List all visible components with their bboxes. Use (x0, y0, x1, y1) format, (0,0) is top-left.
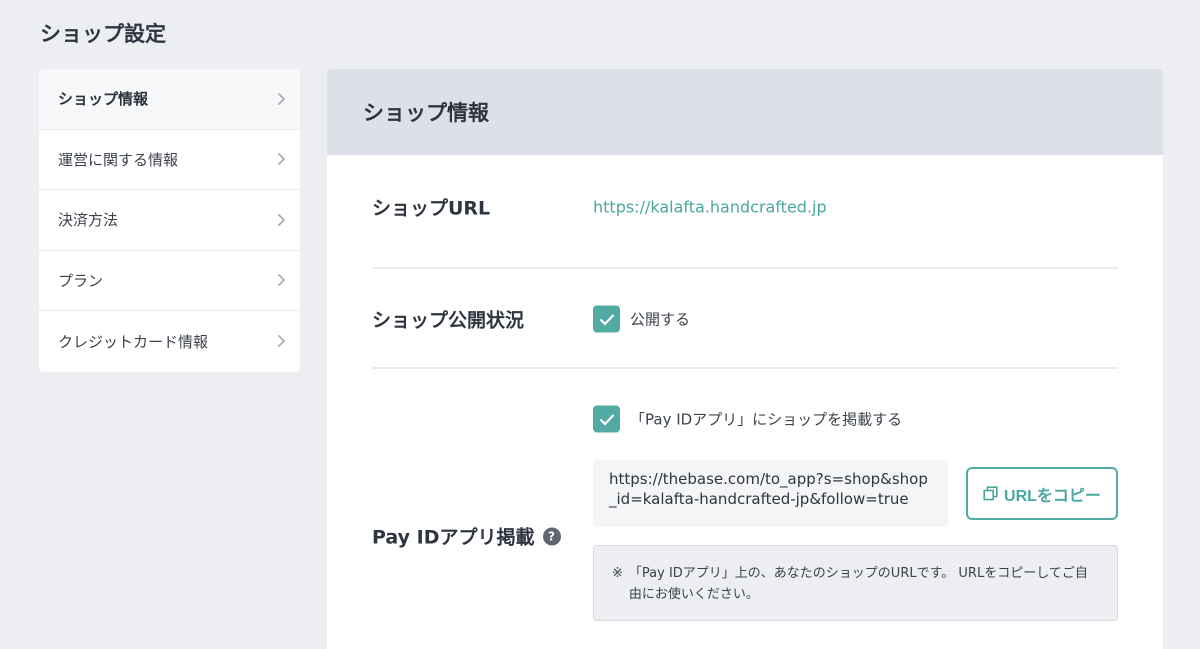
payid-row: Pay IDアプリ掲載 ? 「Pay IDアプリ」にショップを掲載する http… (372, 369, 1118, 634)
chevron-right-icon (274, 334, 288, 348)
sidebar-item-shop-info[interactable]: ショップ情報 (39, 69, 300, 130)
shop-info-panel: ショップ情報 ショップURL https://kalafta.handcraft… (327, 69, 1163, 649)
publish-checkbox[interactable] (593, 305, 620, 333)
sidebar-item-operation-info[interactable]: 運営に関する情報 (39, 129, 300, 190)
chevron-right-icon (274, 92, 288, 106)
panel-title: ショップ情報 (327, 69, 1163, 155)
publish-checkbox-row[interactable]: 公開する (593, 305, 691, 333)
shop-url-row: ショップURL https://kalafta.handcrafted.jp (372, 155, 1118, 268)
payid-url-area: https://thebase.com/to_app?s=shop&shop_i… (372, 460, 1118, 630)
sidebar-item-label: クレジットカード情報 (58, 332, 209, 351)
sidebar-item-credit-card[interactable]: クレジットカード情報 (39, 311, 300, 372)
chevron-right-icon (274, 213, 288, 227)
publish-status-row: ショップ公開状況 公開する (372, 269, 1118, 367)
shop-url-label: ショップURL (372, 197, 491, 220)
sidebar-item-label: 決済方法 (58, 211, 119, 230)
shop-url-link[interactable]: https://kalafta.handcrafted.jp (593, 198, 827, 217)
publish-checkbox-label: 公開する (630, 310, 691, 329)
payid-checkbox[interactable] (593, 405, 620, 433)
copy-url-label: URLをコピー (1004, 487, 1101, 505)
check-icon (599, 313, 614, 325)
sidebar-item-label: プラン (58, 271, 104, 290)
sidebar-item-label: 運営に関する情報 (58, 150, 179, 169)
publish-status-label: ショップ公開状況 (372, 309, 525, 332)
payid-note: ※ 「Pay IDアプリ」上の、あなたのショップのURLです。 URLをコピーし… (593, 545, 1118, 621)
sidebar-item-payment-methods[interactable]: 決済方法 (39, 190, 300, 251)
copy-url-button[interactable]: URLをコピー (966, 467, 1118, 520)
note-mark: ※ (612, 566, 623, 581)
page-title: ショップ設定 (40, 22, 166, 46)
chevron-right-icon (274, 152, 288, 166)
note-text: 「Pay IDアプリ」上の、あなたのショップのURLです。 URLをコピーしてご… (628, 566, 1088, 602)
payid-url-field[interactable]: https://thebase.com/to_app?s=shop&shop_i… (593, 460, 948, 527)
copy-icon (983, 486, 998, 501)
chevron-right-icon (274, 273, 288, 287)
payid-checkbox-label: 「Pay IDアプリ」にショップを掲載する (630, 410, 903, 429)
payid-checkbox-row[interactable]: 「Pay IDアプリ」にショップを掲載する (593, 405, 903, 433)
check-icon (599, 413, 614, 425)
sidebar-item-label: ショップ情報 (58, 90, 149, 109)
sidebar-item-plan[interactable]: プラン (39, 250, 300, 311)
settings-sidebar: ショップ情報 運営に関する情報 決済方法 プラン クレジットカード情報 (39, 69, 300, 372)
